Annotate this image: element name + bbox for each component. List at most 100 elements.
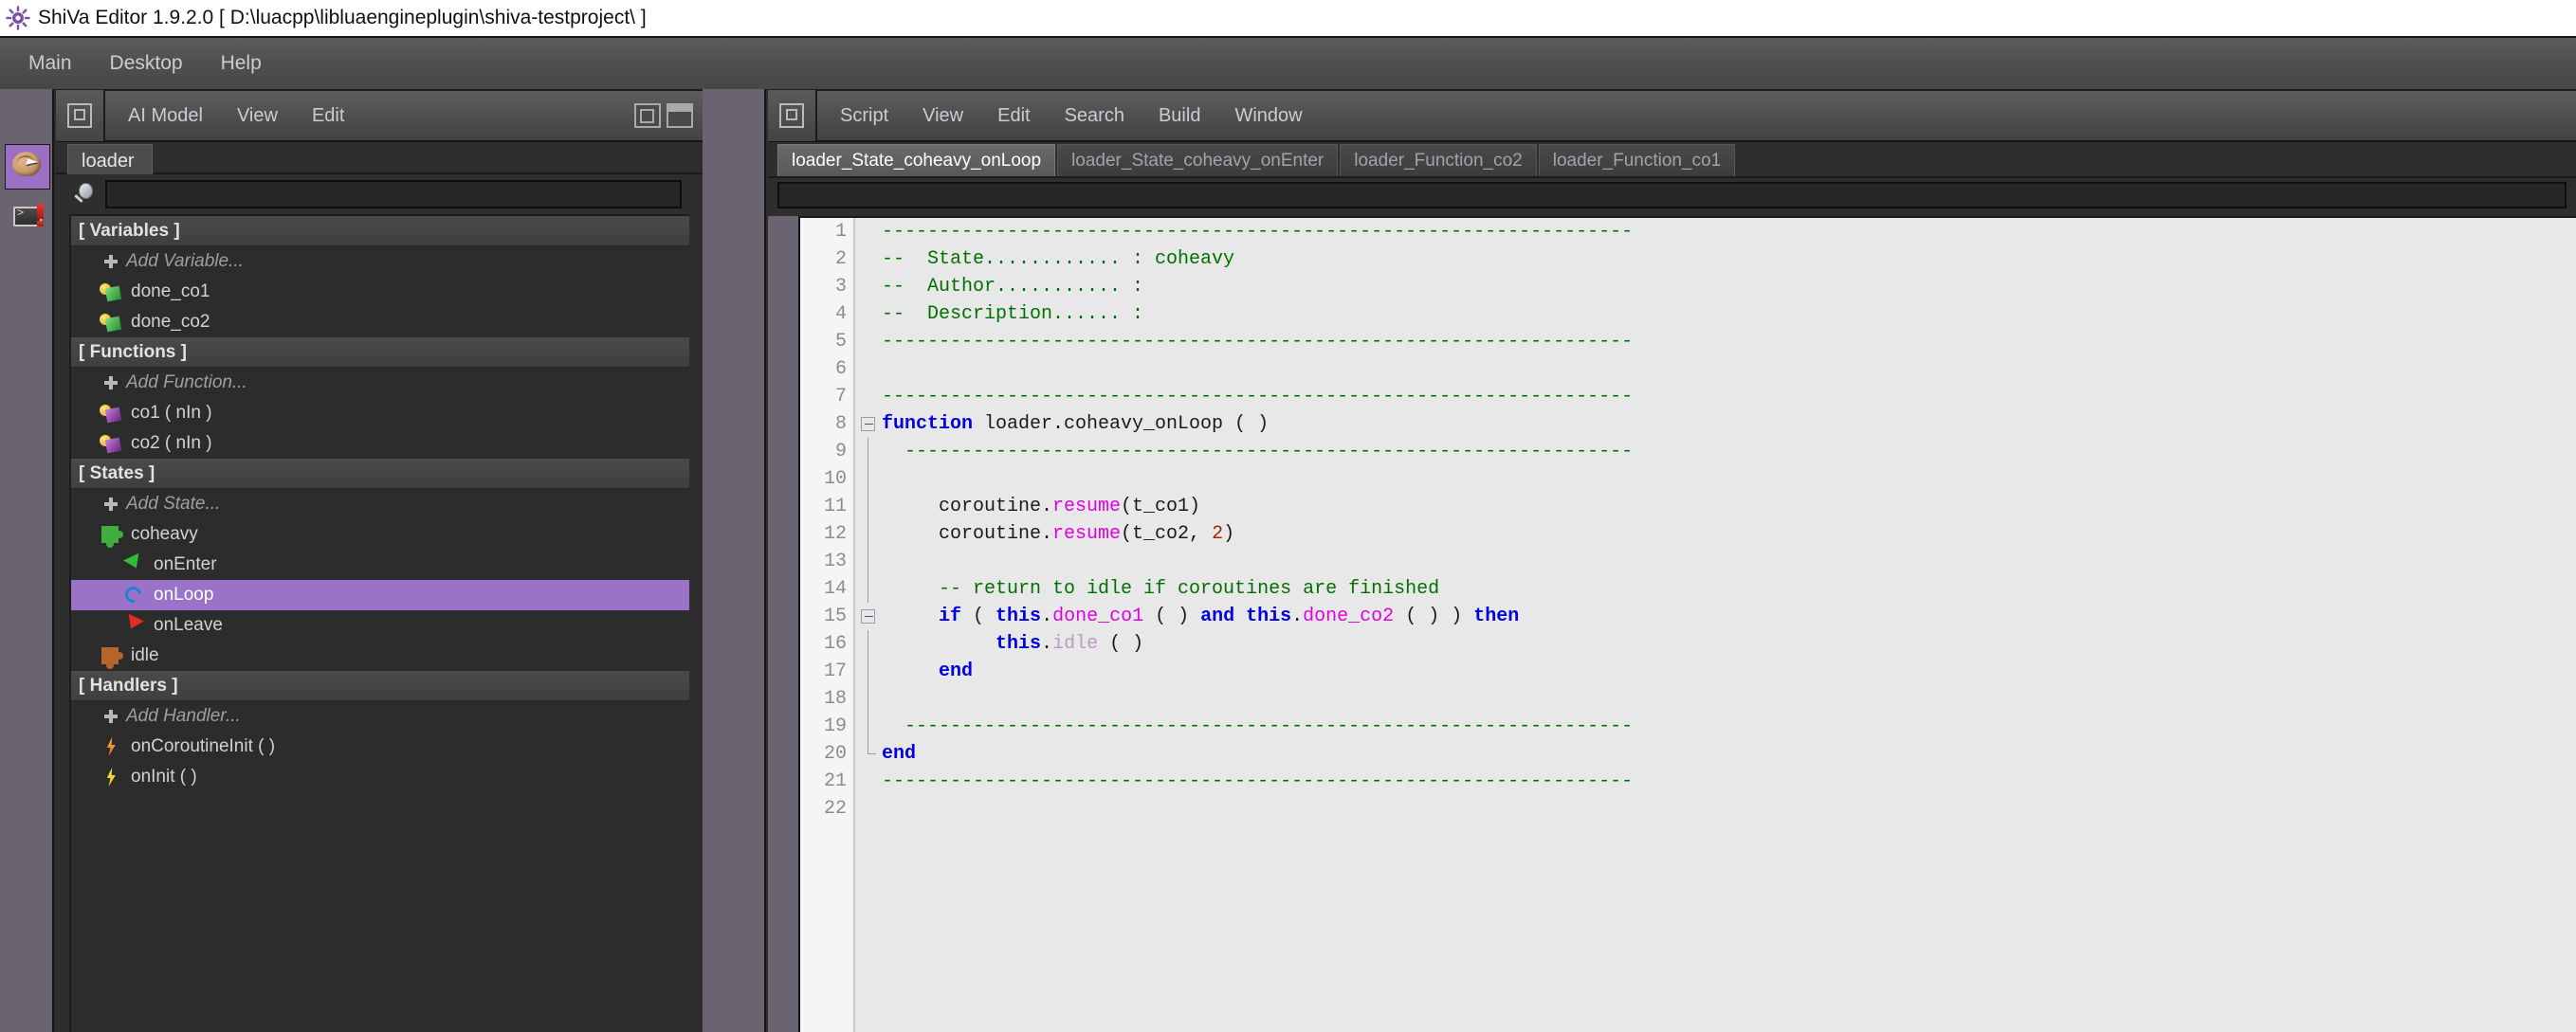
tree-add-row[interactable]: Add Variable... (71, 246, 689, 277)
panel-menu-ai-model[interactable]: AI Model (117, 101, 214, 131)
tree-item-label: onLeave (154, 615, 223, 635)
code-token: ----------------------------------------… (882, 331, 1634, 353)
panel-splitter[interactable] (703, 89, 712, 1032)
panel-menu-window[interactable]: Window (1223, 101, 1313, 131)
menu-item-main[interactable]: Main (13, 46, 87, 81)
log-console-button[interactable] (5, 193, 50, 239)
tree-item-label: onInit ( ) (131, 767, 197, 787)
code-folding-column[interactable] (857, 218, 882, 1032)
panel-menu-edit[interactable]: Edit (301, 101, 356, 131)
fold-marker[interactable] (857, 603, 882, 630)
code-token: ----------------------------------------… (882, 441, 1634, 462)
fold-marker (857, 630, 882, 658)
fold-marker (857, 685, 882, 713)
code-line: coroutine.resume(t_co2, 2) (882, 520, 2576, 548)
panel-menu-script[interactable]: Script (829, 101, 900, 131)
fold-marker (857, 520, 882, 548)
script-tab[interactable]: loader_Function_co2 (1340, 144, 1537, 176)
editor-edge-strip (768, 216, 800, 1032)
dock-panel-icon[interactable] (56, 90, 105, 141)
tree-item-row[interactable]: idle (71, 641, 689, 671)
fold-marker (857, 328, 882, 355)
ai-model-tree[interactable]: [ Variables ] Add Variable... done_co1 done… (69, 214, 689, 1032)
line-number: 20 (823, 743, 847, 765)
script-tab[interactable]: loader_State_coheavy_onEnter (1057, 144, 1339, 176)
tab-loader[interactable]: loader (67, 144, 153, 174)
collapse-panel-button[interactable] (667, 103, 693, 128)
tree-item-row[interactable]: coheavy (71, 519, 689, 550)
tree-item-row[interactable]: done_co1 (71, 277, 689, 307)
script-search-input[interactable] (777, 182, 2567, 208)
tree-add-row[interactable]: Add State... (71, 489, 689, 519)
code-token: function (882, 413, 974, 435)
ai-model-button[interactable] (5, 144, 50, 190)
tree-item-row[interactable]: onCoroutineInit ( ) (71, 732, 689, 762)
code-token: ) (1223, 523, 1235, 545)
search-input[interactable] (105, 180, 682, 208)
code-token: done_co1 (1052, 606, 1144, 627)
line-number-gutter: 1 2 3 4 5 6 7 8 9 10 11 12 13 14 15 16 17 18 19 20 21 22 (800, 218, 855, 1032)
tree-item-row[interactable]: done_co2 (71, 307, 689, 337)
tree-item-label: idle (131, 645, 159, 665)
code-token: idle (1052, 633, 1099, 655)
code-token: -- State............ : coheavy (882, 248, 1235, 270)
code-text-area[interactable]: ----------------------------------------… (882, 218, 2576, 1032)
fold-marker (857, 245, 882, 273)
fold-marker (857, 383, 882, 410)
tree-section-header: [ Handlers ] (71, 671, 689, 701)
tree-item-row[interactable]: onEnter (71, 550, 689, 580)
code-token: this (996, 633, 1042, 655)
tree-item-label: co2 ( nIn ) (131, 433, 212, 453)
tree-section-header: [ Functions ] (71, 337, 689, 368)
menu-item-help[interactable]: Help (206, 46, 277, 81)
script-tab[interactable]: loader_State_coheavy_onLoop (777, 144, 1056, 176)
code-line: ----------------------------------------… (882, 218, 2576, 245)
left-icon-strip (0, 89, 54, 1032)
dock-panel-icon[interactable] (768, 90, 817, 141)
code-token: . (1041, 633, 1053, 655)
tree-item-row[interactable]: onInit ( ) (71, 762, 689, 792)
fold-marker (857, 355, 882, 383)
tree-item-row[interactable]: co1 ( nIn ) (71, 398, 689, 428)
tree-add-row[interactable]: Add Handler... (71, 701, 689, 732)
magnifier-icon (73, 182, 98, 207)
bolt-yellow-icon (100, 767, 122, 788)
line-number: 9 (834, 441, 847, 462)
tree-item-label: Add Variable... (126, 251, 244, 271)
code-token: ( (961, 606, 996, 627)
code-token: ----------------------------------------… (882, 386, 1634, 407)
line-number: 22 (823, 798, 847, 820)
script-tab[interactable]: loader_Function_co1 (1538, 144, 1736, 176)
panel-menu-edit[interactable]: Edit (986, 101, 1041, 131)
panel-menu-build[interactable]: Build (1147, 101, 1212, 131)
line-number: 7 (834, 386, 847, 407)
maximize-panel-button[interactable] (634, 103, 661, 128)
tree-section-header: [ States ] (71, 459, 689, 489)
key-green-icon (100, 312, 122, 333)
script-editor-panel: Script View Edit Search Build Window loa… (712, 89, 2576, 1032)
tree-section-header: [ Variables ] (71, 216, 689, 246)
arrow-enter-icon (122, 552, 145, 575)
tree-add-row[interactable]: Add Function... (71, 368, 689, 398)
code-token: ( ) ) (1394, 606, 1474, 627)
ai-model-toolbar: AI Model View Edit (56, 89, 703, 142)
panel-menu-view[interactable]: View (911, 101, 975, 131)
code-editor[interactable]: 1 2 3 4 5 6 7 8 9 10 11 12 13 14 15 16 17 18 19 20 21 22 ----… (800, 216, 2576, 1032)
panel-menu-search[interactable]: Search (1053, 101, 1136, 131)
fold-marker[interactable] (857, 410, 882, 438)
tree-item-row[interactable]: onLoop (71, 580, 689, 610)
tree-item-row[interactable]: co2 ( nIn ) (71, 428, 689, 459)
menu-item-desktop[interactable]: Desktop (95, 46, 198, 81)
panel-menu-view[interactable]: View (226, 101, 289, 131)
script-toolbar: Script View Edit Search Build Window (768, 89, 2576, 142)
tree-item-row[interactable]: onLeave (71, 610, 689, 641)
panel-tool-buttons (634, 103, 703, 128)
line-number: 16 (823, 633, 847, 655)
code-token: end (939, 661, 974, 682)
model-tabrow: loader (56, 142, 703, 174)
